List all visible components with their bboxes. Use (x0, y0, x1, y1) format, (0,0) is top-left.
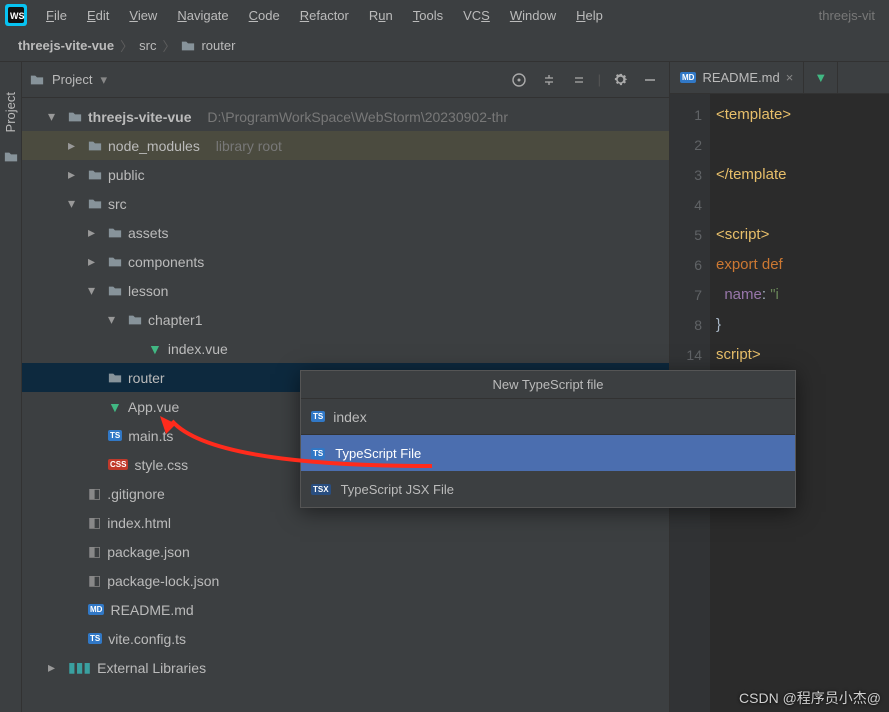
folder-icon (108, 371, 122, 385)
project-tool-tab[interactable]: Project (3, 92, 18, 132)
project-pane-header: Project ▾ | (22, 62, 669, 98)
breadcrumb-item[interactable]: threejs-vite-vue (18, 38, 114, 53)
watermark: CSDN @程序员小杰@ (739, 688, 881, 708)
html-icon: ◧ (88, 514, 101, 531)
menu-refactor[interactable]: Refactor (290, 8, 359, 23)
md-icon: MD (88, 604, 104, 615)
ts-icon: TS (88, 633, 102, 644)
breadcrumb-item[interactable]: router (201, 38, 235, 53)
pane-title[interactable]: Project (52, 72, 92, 87)
tree-file-index-html[interactable]: ◧index.html (22, 508, 669, 537)
dialog-title: New TypeScript file (301, 371, 795, 399)
tree-file-package-json[interactable]: ◧package.json (22, 537, 669, 566)
md-icon: MD (680, 72, 696, 83)
menu-window[interactable]: Window (500, 8, 566, 23)
editor-tabs: MD README.md × ▼ (670, 62, 889, 94)
json-icon: ◧ (88, 572, 101, 589)
folder-icon (88, 139, 102, 153)
tree-file-readme[interactable]: MDREADME.md (22, 595, 669, 624)
folder-icon (108, 226, 122, 240)
tree-node-modules[interactable]: ▸node_modules library root (22, 131, 669, 160)
tsx-icon: TSX (311, 484, 331, 495)
ts-icon: TS (108, 430, 122, 441)
menu-navigate[interactable]: Navigate (167, 8, 238, 23)
expand-all-icon[interactable] (538, 69, 560, 91)
menu-tools[interactable]: Tools (403, 8, 453, 23)
select-opened-file-icon[interactable] (508, 69, 530, 91)
tool-window-bar: Project (0, 62, 22, 712)
folder-icon (108, 255, 122, 269)
option-typescript-jsx-file[interactable]: TSX TypeScript JSX File (301, 471, 795, 507)
menu-edit[interactable]: Edit (77, 8, 119, 23)
menu-code[interactable]: Code (239, 8, 290, 23)
folder-icon (181, 39, 195, 53)
menu-view[interactable]: View (119, 8, 167, 23)
option-typescript-file[interactable]: TS TypeScript File (301, 435, 795, 471)
breadcrumb-item[interactable]: src (139, 38, 156, 53)
project-name-hint: threejs-vit (819, 8, 885, 23)
filename-input[interactable] (333, 409, 785, 425)
folder-icon (128, 313, 142, 327)
dialog-filename-row: TS (301, 399, 795, 435)
folder-icon (88, 168, 102, 182)
structure-icon[interactable] (4, 150, 18, 164)
tree-external-libraries[interactable]: ▸▮▮▮External Libraries (22, 653, 669, 682)
tab-other[interactable]: ▼ (804, 62, 838, 93)
menu-vcs[interactable]: VCS (453, 8, 500, 23)
close-icon[interactable]: × (786, 70, 794, 85)
tree-folder-public[interactable]: ▸public (22, 160, 669, 189)
tree-file-index-vue[interactable]: ▼index.vue (22, 334, 669, 363)
tree-file-vite-config[interactable]: TSvite.config.ts (22, 624, 669, 653)
menu-help[interactable]: Help (566, 8, 613, 23)
option-label: TypeScript File (335, 446, 421, 461)
tab-label: README.md (702, 70, 779, 85)
json-icon: ◧ (88, 543, 101, 560)
vue-icon: ▼ (814, 70, 827, 85)
css-icon: CSS (108, 459, 128, 470)
tree-folder-components[interactable]: ▸components (22, 247, 669, 276)
menu-file[interactable]: File (36, 8, 77, 23)
option-label: TypeScript JSX File (341, 482, 454, 497)
hide-icon[interactable] (639, 69, 661, 91)
tree-folder-lesson[interactable]: ▾lesson (22, 276, 669, 305)
menubar: WS FileEditViewNavigateCodeRefactorRunTo… (0, 0, 889, 30)
vue-icon: ▼ (148, 341, 162, 357)
file-icon: ◧ (88, 485, 101, 502)
library-icon: ▮▮▮ (68, 659, 91, 676)
tree-folder-src[interactable]: ▾src (22, 189, 669, 218)
tree-folder-chapter1[interactable]: ▾chapter1 (22, 305, 669, 334)
gear-icon[interactable] (609, 69, 631, 91)
webstorm-logo: WS (4, 3, 28, 27)
folder-icon (88, 197, 102, 211)
folder-icon (108, 284, 122, 298)
breadcrumb: threejs-vite-vue 〉 src 〉 router (0, 30, 889, 62)
tab-readme[interactable]: MD README.md × (670, 62, 804, 93)
vue-icon: ▼ (108, 399, 122, 415)
new-typescript-file-dialog: New TypeScript file TS TS TypeScript Fil… (300, 370, 796, 508)
collapse-all-icon[interactable] (568, 69, 590, 91)
ts-icon: TS (311, 448, 325, 459)
project-icon (30, 73, 44, 87)
chevron-down-icon[interactable]: ▾ (100, 72, 107, 88)
folder-icon (68, 110, 82, 124)
menu-run[interactable]: Run (359, 8, 403, 23)
ts-icon: TS (311, 411, 325, 422)
svg-text:WS: WS (10, 11, 25, 21)
tree-folder-assets[interactable]: ▸assets (22, 218, 669, 247)
tree-file-package-lock[interactable]: ◧package-lock.json (22, 566, 669, 595)
tree-project-root[interactable]: ▾threejs-vite-vue D:\ProgramWorkSpace\We… (22, 102, 669, 131)
